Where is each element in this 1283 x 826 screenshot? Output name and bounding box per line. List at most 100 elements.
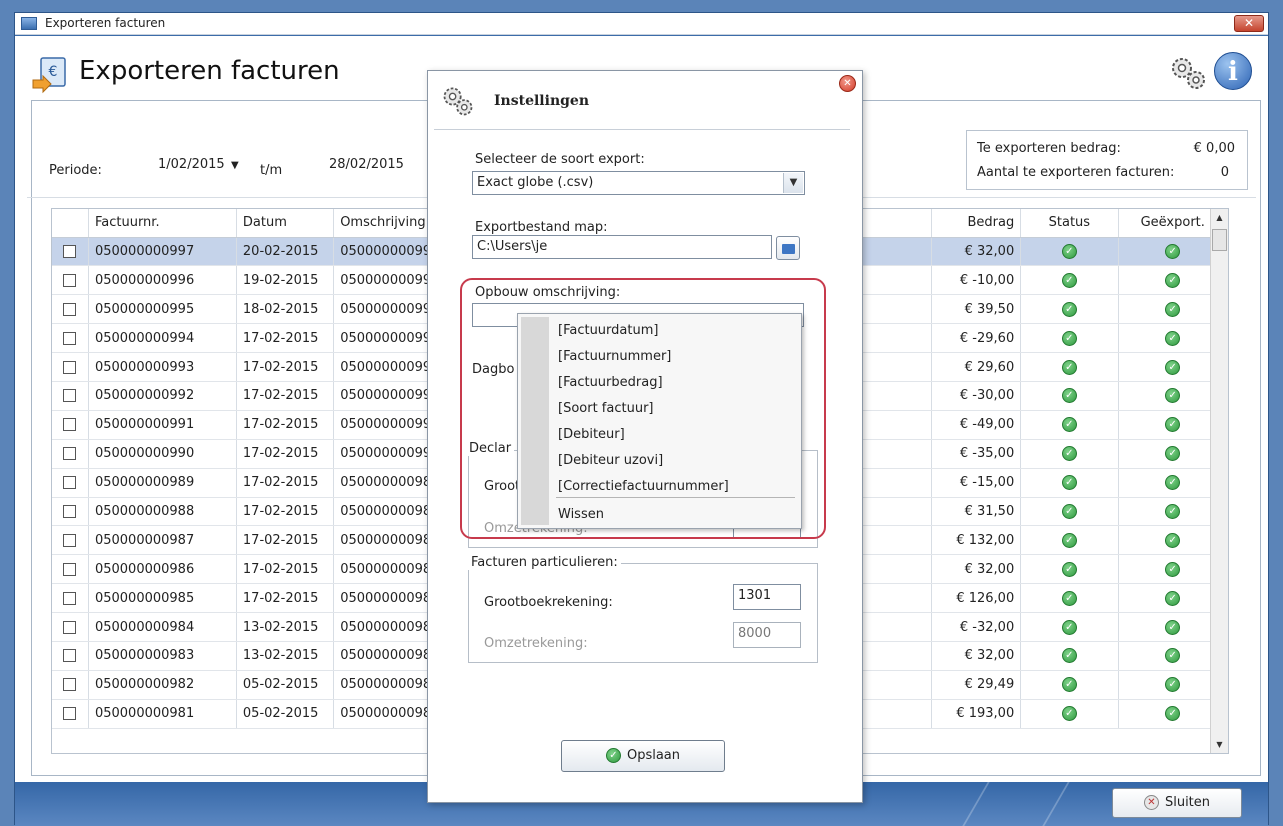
cell-factuurnr: 050000000995 — [88, 294, 237, 325]
cell-status: ✓ — [1020, 641, 1119, 671]
menu-item-wissen[interactable]: Wissen — [558, 507, 604, 522]
browse-folder-button[interactable] — [776, 236, 800, 260]
check-icon: ✓ — [605, 748, 621, 763]
checkbox[interactable] — [63, 504, 77, 518]
col-bedrag[interactable]: Bedrag — [931, 209, 1022, 238]
checkbox[interactable] — [63, 302, 77, 316]
row-checkbox[interactable] — [52, 699, 89, 729]
checkbox[interactable] — [63, 591, 77, 605]
scroll-thumb[interactable] — [1212, 229, 1227, 251]
row-checkbox[interactable] — [52, 294, 89, 325]
checkbox[interactable] — [63, 418, 77, 432]
omzet-input[interactable]: 8000 — [733, 622, 801, 648]
menu-item-factuurdatum[interactable]: [Factuurdatum] — [558, 323, 658, 338]
col-factuurnr[interactable]: Factuurnr. — [88, 209, 237, 238]
col-status[interactable]: Status — [1020, 209, 1119, 238]
check-circle-icon: ✓ — [1061, 648, 1077, 664]
col-datum[interactable]: Datum — [236, 209, 335, 238]
check-circle-icon: ✓ — [1061, 301, 1077, 317]
check-circle-icon: ✓ — [1165, 475, 1181, 491]
row-checkbox[interactable] — [52, 583, 89, 614]
row-checkbox[interactable] — [52, 237, 89, 267]
row-checkbox[interactable] — [52, 439, 89, 469]
export-folder-input[interactable]: C:\Users\je — [472, 235, 772, 259]
checkbox[interactable] — [63, 649, 77, 663]
cell-status: ✓ — [1020, 699, 1119, 729]
chevron-down-icon[interactable]: ▼ — [231, 160, 239, 171]
scroll-up-icon[interactable]: ▲ — [1211, 213, 1228, 222]
cell-status: ✓ — [1020, 352, 1119, 382]
svg-text:€: € — [49, 64, 58, 80]
close-button[interactable]: ✕ Sluiten — [1112, 788, 1242, 818]
cell-factuurnr: 050000000994 — [88, 323, 237, 354]
menu-item-debiteur-uzovi[interactable]: [Debiteur uzovi] — [558, 453, 663, 468]
cell-status: ✓ — [1020, 323, 1119, 354]
export-type-select[interactable]: Exact globe (.csv) ▼ — [472, 171, 805, 195]
row-checkbox[interactable] — [52, 352, 89, 382]
checkbox[interactable] — [63, 533, 77, 547]
cell-datum: 17-02-2015 — [236, 554, 335, 585]
cell-omschrijving: 050000000983 — [333, 641, 434, 671]
check-circle-icon: ✓ — [1061, 619, 1077, 635]
row-checkbox[interactable] — [52, 641, 89, 671]
save-button[interactable]: ✓ Opslaan — [561, 740, 725, 772]
check-circle-icon: ✓ — [1061, 532, 1077, 548]
check-circle-icon: ✓ — [1165, 272, 1181, 288]
cell-bedrag: € -29,60 — [931, 323, 1022, 354]
check-circle-icon: ✓ — [1165, 417, 1181, 433]
cell-omschrijving: 050000000989 — [333, 468, 434, 498]
row-checkbox[interactable] — [52, 525, 89, 556]
row-checkbox[interactable] — [52, 497, 89, 527]
checkbox[interactable] — [63, 707, 77, 721]
menu-item-soort-factuur[interactable]: [Soort factuur] — [558, 401, 654, 416]
checkbox[interactable] — [63, 389, 77, 403]
menu-item-factuurnummer[interactable]: [Factuurnummer] — [558, 349, 671, 364]
table-scrollbar[interactable]: ▲ ▼ — [1210, 209, 1228, 753]
row-checkbox[interactable] — [52, 670, 89, 700]
row-checkbox[interactable] — [52, 381, 89, 411]
row-checkbox[interactable] — [52, 265, 89, 296]
check-circle-icon: ✓ — [1061, 243, 1077, 259]
chevron-down-icon[interactable]: ▼ — [783, 173, 803, 193]
checkbox[interactable] — [63, 447, 77, 461]
checkbox[interactable] — [63, 678, 77, 692]
cell-omschrijving: 050000000995 — [333, 294, 434, 325]
window-close-button[interactable]: ✕ — [1234, 15, 1264, 32]
grootboek-input[interactable]: 1301 — [733, 584, 801, 610]
cell-status: ✓ — [1020, 237, 1119, 267]
cell-datum: 13-02-2015 — [236, 612, 335, 642]
menu-item-correctiefactuurnummer[interactable]: [Correctiefactuurnummer] — [558, 479, 729, 494]
checkbox[interactable] — [63, 244, 77, 258]
checkbox[interactable] — [63, 620, 77, 634]
export-folder-label: Exportbestand map: — [475, 220, 608, 235]
scroll-down-icon[interactable]: ▼ — [1211, 740, 1228, 749]
checkbox[interactable] — [63, 360, 77, 374]
cell-status: ✓ — [1020, 381, 1119, 411]
row-checkbox[interactable] — [52, 323, 89, 354]
col-omschrijving[interactable]: Omschrijving — [333, 209, 434, 238]
info-icon[interactable]: i — [1214, 52, 1252, 90]
row-checkbox[interactable] — [52, 612, 89, 642]
row-checkbox[interactable] — [52, 554, 89, 585]
row-checkbox[interactable] — [52, 468, 89, 498]
check-circle-icon: ✓ — [1165, 561, 1181, 577]
checkbox[interactable] — [63, 331, 77, 345]
cell-omschrijving: 050000000985 — [333, 583, 434, 614]
checkbox[interactable] — [63, 273, 77, 287]
cell-factuurnr: 050000000982 — [88, 670, 237, 700]
settings-gear-icon[interactable] — [1168, 54, 1208, 96]
checkbox[interactable] — [63, 476, 77, 490]
cell-omschrijving: 050000000981 — [333, 699, 434, 729]
dialog-close-button[interactable]: ✕ — [839, 75, 856, 92]
check-circle-icon: ✓ — [1165, 503, 1181, 519]
date-to-picker[interactable]: 28/02/2015 — [329, 154, 419, 176]
row-checkbox[interactable] — [52, 410, 89, 440]
menu-item-factuurbedrag[interactable]: [Factuurbedrag] — [558, 375, 663, 390]
checkbox[interactable] — [63, 562, 77, 576]
menu-item-debiteur[interactable]: [Debiteur] — [558, 427, 625, 442]
cell-bedrag: € -30,00 — [931, 381, 1022, 411]
cell-datum: 17-02-2015 — [236, 439, 335, 469]
cell-factuurnr: 050000000986 — [88, 554, 237, 585]
title-bar: Exporteren facturen ✕ — [15, 13, 1268, 35]
cell-bedrag: € 32,00 — [931, 554, 1022, 585]
